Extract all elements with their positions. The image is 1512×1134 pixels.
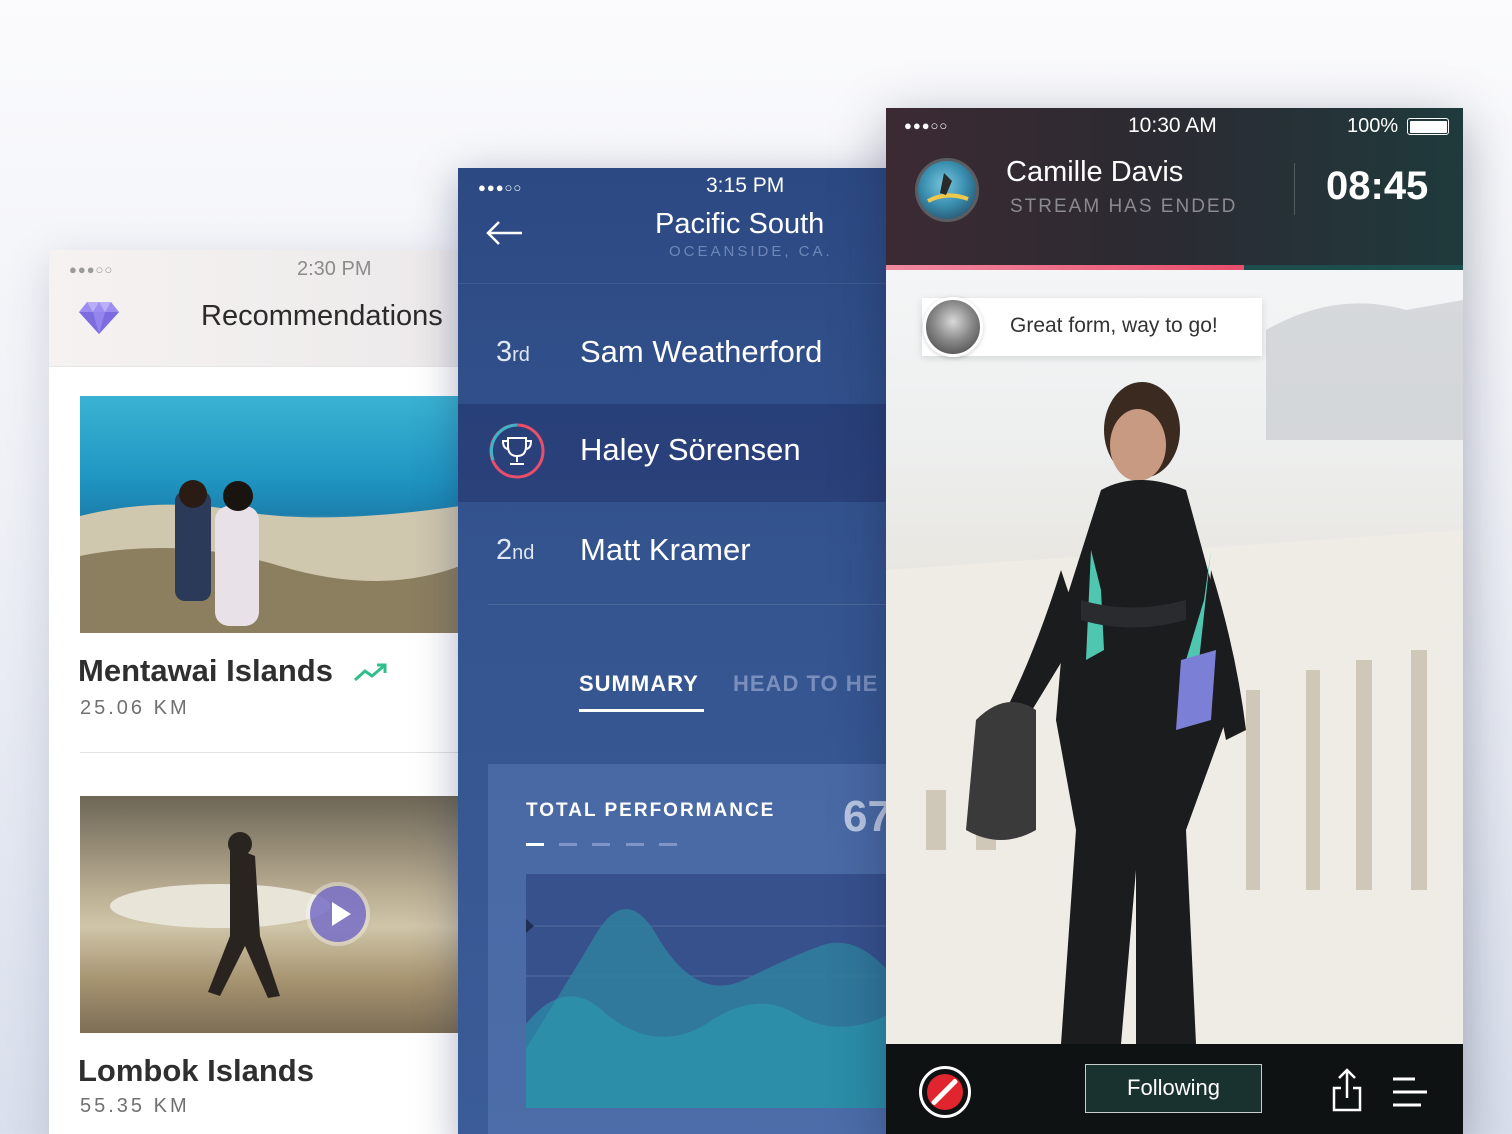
avatar[interactable] [915,158,979,222]
stream-video[interactable] [886,270,1463,1044]
place-distance: 55.35 KM [80,1095,190,1117]
performance-chart [526,874,903,1108]
performance-value: 67 [843,792,892,841]
tab-indicator [579,709,704,712]
leaderboard-row-selected[interactable]: Haley Sörensen [458,404,903,502]
comment-bubble: Great form, way to go! [922,297,1262,357]
leaderboard-row[interactable]: 2nd Matt Kramer [458,502,903,600]
back-arrow-icon[interactable] [486,220,526,246]
stream-status: STREAM HAS ENDED [1010,196,1238,217]
page-indicator[interactable] [526,842,686,848]
following-button[interactable]: Following [1085,1064,1262,1113]
leaderboard-screen: ●●●○○ 3:15 PM Pacific South OCEANSIDE, C… [458,168,903,1134]
page-subtitle: OCEANSIDE, CA. [669,243,833,260]
trending-up-icon [354,663,387,682]
place-image-lombok[interactable] [80,796,460,1033]
page-title: Pacific South [655,208,825,240]
status-time: 2:30 PM [297,258,372,280]
tab-head-to-head[interactable]: HEAD TO HE [733,671,878,697]
stream-toolbar: Following [886,1044,1463,1134]
battery-icon [1407,118,1449,135]
performance-label: TOTAL PERFORMANCE [526,800,776,821]
recommendations-header: ●●●○○ 2:30 PM Recommendations [49,250,479,367]
play-icon [332,902,351,926]
recommendations-screen: ●●●○○ 2:30 PM Recommendations Mentawai I… [49,250,479,1134]
stream-header: ●●●○○ 10:30 AM 100% Camille Davis STREAM… [886,108,1463,265]
signal-dots: ●●●○○ [904,118,949,133]
place-image-mentawai[interactable] [80,396,460,633]
battery-level: 100% [1347,115,1399,137]
rank-label: 3rd [496,336,530,368]
signal-dots: ●●●○○ [478,180,523,195]
streamer-name: Camille Davis [1006,156,1184,188]
athlete-name: Matt Kramer [580,532,751,567]
place-distance: 25.06 KM [80,697,190,719]
athlete-name: Sam Weatherford [580,334,823,369]
place-name[interactable]: Mentawai Islands [78,653,333,689]
divider [80,752,460,753]
place-name[interactable]: Lombok Islands [78,1053,314,1089]
divider [458,283,903,284]
divider [1294,163,1295,215]
tab-summary[interactable]: SUMMARY [579,671,699,697]
performance-card: TOTAL PERFORMANCE 67 [488,764,903,1134]
divider [488,604,903,605]
diamond-icon[interactable] [79,300,119,334]
status-time: 3:15 PM [706,174,785,197]
leaderboard-row[interactable]: 3rd Sam Weatherford [458,306,903,404]
rank-label: 2nd [496,534,535,566]
share-icon[interactable] [1331,1068,1363,1112]
stream-timer: 08:45 [1326,164,1429,208]
trophy-icon [489,423,545,479]
page-title: Recommendations [201,300,443,332]
athlete-name: Haley Sörensen [580,432,801,467]
stream-screen: ●●●○○ 10:30 AM 100% Camille Davis STREAM… [886,108,1463,1134]
avatar[interactable] [923,297,983,357]
comment-text: Great form, way to go! [1010,314,1218,337]
record-button[interactable] [919,1066,971,1118]
play-button[interactable] [310,886,366,942]
signal-dots: ●●●○○ [69,262,114,277]
status-time: 10:30 AM [1128,114,1217,137]
menu-icon[interactable] [1391,1075,1429,1109]
